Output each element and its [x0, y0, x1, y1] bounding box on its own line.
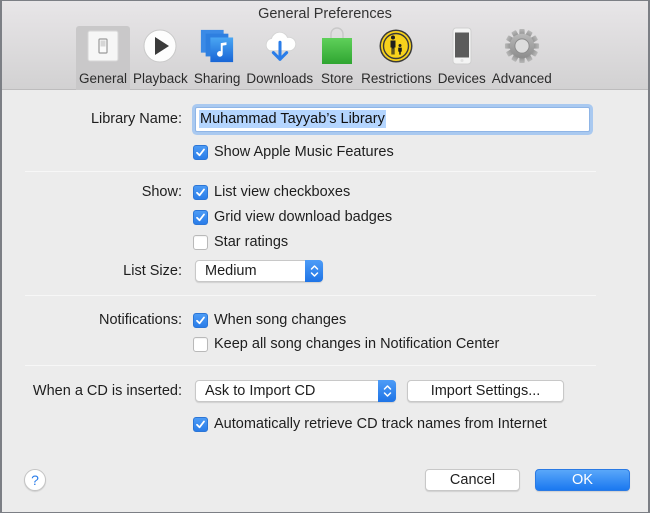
play-icon	[142, 28, 178, 64]
when-song-changes-checkbox[interactable]: When song changes	[193, 312, 346, 328]
gear-icon	[504, 28, 540, 64]
library-name-label: Library Name:	[90, 111, 182, 127]
cd-inserted-row: When a CD is inserted: Ask to Import CD …	[2, 379, 648, 403]
general-pane: Library Name: Muhammad Tayyab’s Library …	[2, 91, 648, 512]
divider	[25, 295, 596, 296]
tab-general[interactable]: General	[76, 26, 131, 90]
tab-advanced-label: Advanced	[491, 71, 552, 86]
sharing-music-icon	[199, 28, 235, 64]
help-button[interactable]: ?	[24, 469, 46, 491]
tab-restrictions-label: Restrictions	[361, 71, 432, 86]
tab-sharing-label: Sharing	[193, 71, 241, 86]
star-ratings-label: Star ratings	[214, 234, 289, 250]
preferences-toolbar: General Playback Sharing Downloads Store…	[76, 26, 555, 90]
tab-downloads[interactable]: Downloads	[243, 26, 316, 90]
checkbox-checked-icon	[193, 184, 208, 200]
star-ratings-checkbox[interactable]: Star ratings	[193, 234, 288, 250]
show-row: Show: List view checkboxes	[2, 180, 648, 204]
ok-label: OK	[572, 472, 593, 488]
cloud-download-icon	[262, 28, 298, 64]
keep-song-changes-checkbox[interactable]: Keep all song changes in Notification Ce…	[193, 336, 499, 352]
library-name-field[interactable]: Muhammad Tayyab’s Library	[195, 106, 590, 132]
library-name-value: Muhammad Tayyab’s Library	[199, 110, 386, 128]
list-size-value: Medium	[205, 263, 257, 279]
star-ratings-row: Star ratings	[2, 230, 648, 254]
checkbox-checked-icon	[193, 144, 208, 160]
auto-retrieve-label: Automatically retrieve CD track names fr…	[214, 416, 547, 432]
library-name-row: Library Name: Muhammad Tayyab’s Library	[2, 106, 648, 132]
list-size-row: List Size: Medium	[2, 259, 648, 283]
tab-store-label: Store	[321, 71, 354, 86]
keep-song-changes-label: Keep all song changes in Notification Ce…	[214, 336, 500, 352]
tab-playback[interactable]: Playback	[130, 26, 191, 90]
grid-view-badges-row: Grid view download badges	[2, 205, 648, 229]
grid-view-download-badges-checkbox[interactable]: Grid view download badges	[193, 209, 392, 225]
divider	[25, 171, 596, 172]
keep-song-changes-row: Keep all song changes in Notification Ce…	[2, 332, 648, 356]
cd-action-value: Ask to Import CD	[205, 383, 316, 399]
grid-view-download-badges-label: Grid view download badges	[214, 209, 393, 225]
title-bar: General Preferences General Playback Sha…	[2, 1, 648, 90]
tab-devices-label: Devices	[437, 71, 486, 86]
cancel-button[interactable]: Cancel	[425, 469, 520, 491]
tab-sharing[interactable]: Sharing	[191, 26, 244, 90]
list-size-label: List Size:	[123, 263, 182, 279]
tab-devices[interactable]: Devices	[435, 26, 489, 90]
show-apple-music-checkbox[interactable]: Show Apple Music Features	[193, 144, 394, 160]
cancel-label: Cancel	[449, 472, 496, 488]
checkbox-unchecked-icon	[193, 336, 208, 352]
auto-retrieve-checkbox[interactable]: Automatically retrieve CD track names fr…	[193, 416, 547, 432]
tab-restrictions[interactable]: Restrictions	[358, 26, 435, 90]
tab-playback-label: Playback	[133, 71, 188, 86]
auto-retrieve-row: Automatically retrieve CD track names fr…	[2, 412, 648, 436]
tab-advanced[interactable]: Advanced	[489, 26, 555, 90]
notifications-label: Notifications:	[98, 312, 182, 328]
list-size-popup[interactable]: Medium	[195, 260, 323, 282]
iphone-device-icon	[444, 27, 480, 65]
list-view-checkboxes-checkbox[interactable]: List view checkboxes	[193, 184, 350, 200]
list-view-checkboxes-label: List view checkboxes	[214, 184, 351, 200]
help-icon: ?	[31, 472, 39, 488]
parental-restrictions-icon	[378, 28, 414, 64]
tab-downloads-label: Downloads	[246, 71, 314, 86]
window-title: General Preferences	[258, 6, 392, 22]
chevron-up-down-icon	[305, 260, 323, 282]
checkbox-checked-icon	[193, 209, 208, 225]
show-apple-music-row: Show Apple Music Features	[2, 140, 648, 164]
ok-button[interactable]: OK	[535, 469, 630, 491]
general-switch-icon	[85, 28, 121, 64]
preferences-window: General Preferences General Playback Sha…	[0, 0, 650, 513]
notifications-row: Notifications: When song changes	[2, 308, 648, 332]
checkbox-unchecked-icon	[193, 234, 208, 250]
import-settings-button[interactable]: Import Settings...	[407, 380, 564, 402]
import-settings-label: Import Settings...	[430, 383, 541, 399]
show-apple-music-label: Show Apple Music Features	[214, 144, 394, 160]
tab-general-label: General	[79, 71, 128, 86]
divider	[25, 365, 596, 366]
tab-store[interactable]: Store	[316, 26, 358, 90]
cd-inserted-label: When a CD is inserted:	[32, 383, 182, 399]
shopping-bag-icon	[319, 27, 355, 64]
cd-action-popup[interactable]: Ask to Import CD	[195, 380, 396, 402]
chevron-up-down-icon	[378, 380, 396, 402]
show-label: Show:	[141, 184, 182, 200]
checkbox-checked-icon	[193, 416, 208, 432]
checkbox-checked-icon	[193, 312, 208, 328]
when-song-changes-label: When song changes	[214, 312, 347, 328]
